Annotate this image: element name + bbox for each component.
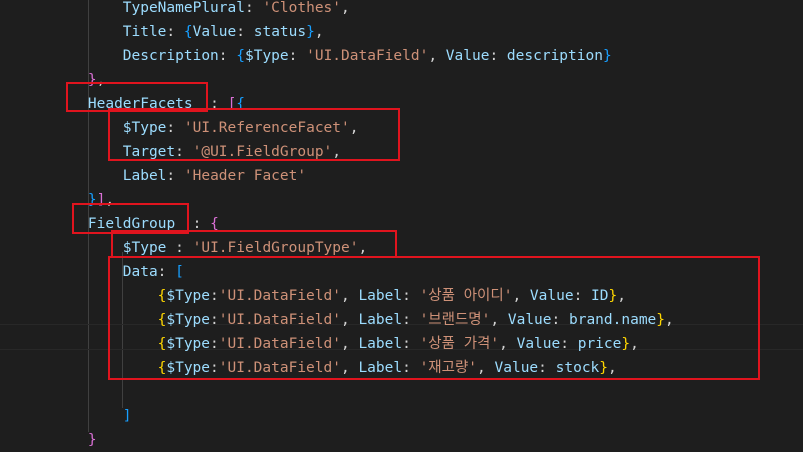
code-token: 'Clothes' xyxy=(262,0,342,16)
code-token: } xyxy=(602,48,612,64)
highlight-box-reference-facet xyxy=(108,108,400,161)
highlight-box-field-group-type xyxy=(111,230,397,258)
code-token: description xyxy=(506,48,603,64)
code-token: TypeNamePlural xyxy=(122,0,245,16)
code-token: status xyxy=(253,24,307,40)
highlight-box-data-fields xyxy=(108,256,760,380)
code-token: : xyxy=(166,24,184,40)
code-line[interactable]: Title: {Value: status}, xyxy=(123,20,324,44)
code-token: , xyxy=(428,48,446,64)
code-token: $Type xyxy=(244,48,289,64)
code-token: , xyxy=(314,24,324,40)
code-token: Value xyxy=(192,24,237,40)
code-token: ] xyxy=(122,408,132,424)
code-line[interactable]: ] xyxy=(123,404,132,428)
code-token: : xyxy=(236,24,254,40)
code-token: Title xyxy=(122,24,167,40)
code-line[interactable]: TypeNamePlural: 'Clothes', xyxy=(123,0,350,20)
code-token: : xyxy=(288,48,307,64)
code-token: { xyxy=(183,24,193,40)
code-token: Label xyxy=(122,168,167,184)
code-line[interactable]: Label: 'Header Facet' xyxy=(123,164,306,188)
code-token: : xyxy=(489,48,507,64)
code-token: } xyxy=(306,24,315,40)
code-token: , xyxy=(341,0,350,16)
code-token: : xyxy=(244,0,263,16)
code-token: } xyxy=(87,432,97,448)
code-line[interactable]: Description: {$Type: 'UI.DataField', Val… xyxy=(123,44,612,68)
code-token: : xyxy=(218,48,237,64)
code-editor[interactable]: TypeNamePlural: 'Clothes', Title: {Value:… xyxy=(0,0,803,448)
code-token: : xyxy=(166,168,184,184)
code-token: 'UI.DataField' xyxy=(306,48,429,64)
code-token: 'Header Facet' xyxy=(183,168,307,184)
code-token: { xyxy=(236,48,245,64)
code-token: Description xyxy=(122,48,219,64)
code-token: Value xyxy=(445,48,490,64)
